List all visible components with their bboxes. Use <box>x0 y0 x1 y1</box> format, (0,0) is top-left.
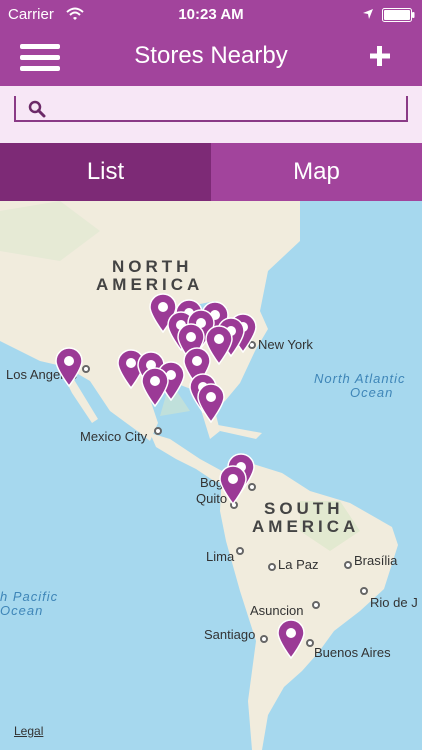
legal-link[interactable]: Legal <box>14 724 43 738</box>
region-label: AMERICA <box>252 517 360 536</box>
city-marker <box>236 547 244 555</box>
status-bar: Carrier 10:23 AM <box>0 0 422 30</box>
ocean-label: h Pacific <box>0 589 59 604</box>
city-marker <box>268 563 276 571</box>
tab-list[interactable]: List <box>0 143 211 201</box>
navigation-bar: Stores Nearby <box>0 30 422 86</box>
city-label: Brasília <box>354 553 398 568</box>
city-label: New York <box>258 337 313 352</box>
city-marker <box>344 561 352 569</box>
city-marker <box>360 587 368 595</box>
city-label: Lima <box>206 549 235 564</box>
search-icon <box>28 100 46 118</box>
plus-icon[interactable] <box>368 44 392 68</box>
search-field[interactable] <box>14 96 408 122</box>
location-arrow-icon <box>363 9 373 19</box>
battery-icon <box>382 8 415 22</box>
city-label: Buenos Aires <box>314 645 391 660</box>
store-pin-icon[interactable] <box>140 367 170 407</box>
search-input[interactable] <box>56 98 396 120</box>
store-pin-icon[interactable] <box>196 383 226 423</box>
store-pin-icon[interactable] <box>218 465 248 505</box>
region-label: NORTH <box>112 257 193 276</box>
ocean-label: Ocean <box>350 385 394 400</box>
status-time: 10:23 AM <box>178 6 244 23</box>
search-bar <box>0 86 422 143</box>
store-pin-icon[interactable] <box>54 347 84 387</box>
region-label: AMERICA <box>96 275 204 294</box>
city-label: Mexico City <box>80 429 148 444</box>
page-title: Stores Nearby <box>134 42 288 69</box>
region-label: SOUTH <box>264 499 344 518</box>
city-label: Rio de J <box>370 595 418 610</box>
city-marker <box>306 639 314 647</box>
city-marker <box>312 601 320 609</box>
stores-map[interactable]: NORTH AMERICA SOUTH AMERICA North Atlant… <box>0 201 422 750</box>
app-header: Carrier 10:23 AM Stores Nearby <box>0 0 422 86</box>
city-label: Asuncion <box>250 603 304 618</box>
view-tabs: List Map <box>0 143 422 201</box>
city-marker <box>154 427 162 435</box>
ocean-label: North Atlantic <box>314 371 406 386</box>
store-pin-icon[interactable] <box>276 619 306 659</box>
ocean-label: Ocean <box>0 603 44 618</box>
city-label: Santiago <box>204 627 256 642</box>
tab-map[interactable]: Map <box>211 143 422 201</box>
city-marker <box>260 635 268 643</box>
city-label: La Paz <box>278 557 319 572</box>
